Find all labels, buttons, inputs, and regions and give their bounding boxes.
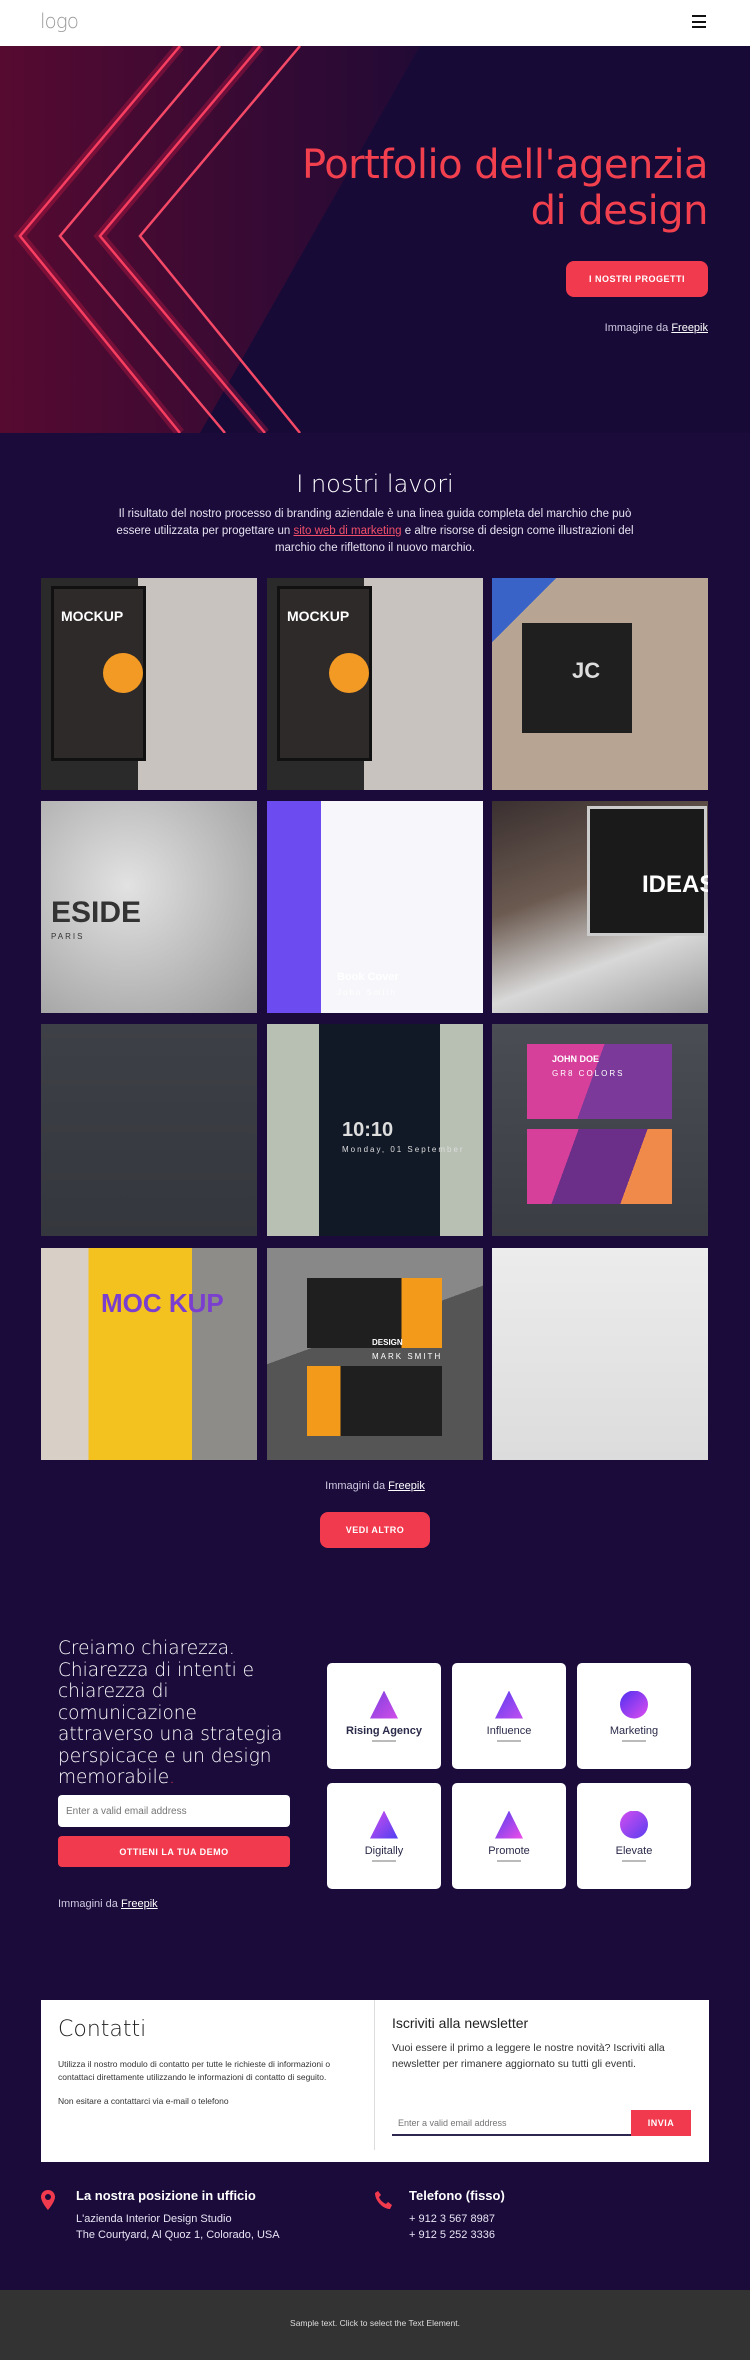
image-lettering: MOC KUP [101, 1288, 224, 1318]
section-title: I nostri lavori [296, 470, 454, 498]
portfolio-image[interactable]: MOCKUP [41, 578, 257, 790]
brand-logo-card[interactable]: Digitally [327, 1783, 441, 1889]
tagline-mark [372, 1859, 396, 1862]
marketing-site-link[interactable]: sito web di marketing [294, 525, 402, 537]
neon-chevron-background [0, 46, 420, 433]
portfolio-image[interactable]: MOC KUP [41, 1248, 257, 1460]
brand-name: Elevate [615, 1844, 653, 1857]
images-credit: Immagini da Freepik [325, 1480, 425, 1492]
brand-logo-icon [620, 1690, 648, 1719]
contact-text: Utilizza il nostro modulo di contatto pe… [58, 2059, 331, 2082]
portfolio-image[interactable] [492, 1248, 708, 1460]
brand-logo-card[interactable]: Rising Agency [327, 1663, 441, 1769]
contact-text-secondary: Non esitare a contattarci via e-mail o t… [58, 2096, 229, 2106]
tagline-mark [497, 1859, 521, 1862]
portfolio-image[interactable]: MOCKUP [267, 578, 483, 790]
freepik-link[interactable]: Freepik [121, 1898, 158, 1910]
divider [374, 2000, 375, 2150]
brand-name: Influence [486, 1724, 532, 1737]
portfolio-image[interactable]: Book Cover John Smith [267, 801, 483, 1013]
get-demo-button[interactable]: OTTIENI LA TUA DEMO [58, 1836, 290, 1867]
image-lettering: MOCKUP [61, 608, 124, 624]
email-input[interactable] [58, 1795, 290, 1827]
phone-icon [375, 2191, 392, 2209]
newsletter-title: Iscriviti alla newsletter [392, 2015, 529, 2031]
freepik-link[interactable]: Freepik [671, 322, 708, 334]
image-lettering: Book Cover [337, 971, 399, 983]
image-lettering: Monday, 01 September [342, 1145, 465, 1154]
image-lettering: JC [572, 658, 601, 683]
location-pin-icon [41, 2190, 55, 2210]
logo[interactable]: logo [40, 9, 79, 33]
portfolio-image[interactable]: JC [492, 578, 708, 790]
phone-title: Telefono (fisso) [409, 2188, 505, 2203]
send-button[interactable]: INVIA [631, 2110, 691, 2136]
contact-box: Contatti Utilizza il nostro modulo di co… [41, 2000, 709, 2162]
hamburger-icon[interactable] [692, 15, 706, 28]
image-lettering: IDEAS [642, 871, 708, 898]
brand-logo-icon [370, 1690, 398, 1719]
image-lettering: PARIS [51, 932, 85, 941]
brand-logo-icon [620, 1810, 648, 1839]
site-header: logo [0, 0, 750, 46]
brand-logo-card[interactable]: Elevate [577, 1783, 691, 1889]
phone-number[interactable]: + 912 3 567 8987 [409, 2211, 505, 2227]
images-credit: Immagini da Freepik [58, 1898, 158, 1910]
tagline-mark [372, 1739, 396, 1742]
claim-text: Creiamo chiarezza. Chiarezza di intenti … [58, 1638, 283, 1788]
brand-logo-icon [370, 1810, 398, 1839]
brand-logo-icon [495, 1810, 523, 1839]
tagline-mark [622, 1739, 646, 1742]
portfolio-image[interactable] [41, 1024, 257, 1236]
office-title: La nostra posizione in ufficio [76, 2188, 256, 2203]
image-lettering: DESIGN [372, 1338, 403, 1347]
image-lettering: John Smith [337, 988, 398, 997]
freepik-link[interactable]: Freepik [388, 1480, 425, 1492]
brand-name: Digitally [364, 1844, 404, 1857]
see-more-button[interactable]: VEDI ALTRO [320, 1512, 430, 1548]
newsletter-email-input[interactable] [392, 2112, 631, 2136]
brand-logo-card[interactable]: Influence [452, 1663, 566, 1769]
image-lettering: ESIDE [51, 896, 142, 929]
portfolio-image[interactable]: IDEAS [492, 801, 708, 1013]
brand-logo-card[interactable]: Marketing [577, 1663, 691, 1769]
hero-title: Portfolio dell'agenzia di design [302, 142, 708, 234]
portfolio-image[interactable]: DESIGN MARK SMITH [267, 1248, 483, 1460]
image-lettering: JOHN DOE [552, 1054, 600, 1064]
section-description: Il risultato del nostro processo di bran… [116, 508, 634, 554]
phone-info: Telefono (fisso) + 912 3 567 8987 + 912 5… [374, 2188, 505, 2243]
footer: Sample text. Click to select the Text El… [0, 2290, 750, 2360]
portfolio-image[interactable]: 10:10 Monday, 01 September [267, 1024, 483, 1236]
brand-name: Marketing [609, 1724, 659, 1737]
office-line: The Courtyard, Al Quoz 1, Colorado, USA [76, 2229, 280, 2241]
footer-text[interactable]: Sample text. Click to select the Text El… [0, 2318, 750, 2328]
office-line: L'azienda Interior Design Studio [76, 2213, 232, 2225]
office-info: La nostra posizione in ufficio L'azienda… [41, 2188, 280, 2243]
brand-name: Promote [488, 1844, 530, 1857]
our-projects-button[interactable]: I NOSTRI PROGETTI [566, 261, 708, 297]
newsletter-text: Vuoi essere il primo a leggere le nostre… [392, 2042, 665, 2070]
image-lettering: 10:10 [342, 1119, 394, 1141]
image-lettering: GR8 COLORS [552, 1069, 625, 1078]
phone-number[interactable]: + 912 5 252 3336 [409, 2227, 505, 2243]
hero-section: Portfolio dell'agenzia di design I NOSTRI… [0, 46, 750, 433]
image-lettering: MARK SMITH [372, 1352, 443, 1361]
brand-logo-icon [495, 1690, 523, 1719]
portfolio-image[interactable]: JOHN DOE GR8 COLORS [492, 1024, 708, 1236]
portfolio-image[interactable]: ESIDE PARIS [41, 801, 257, 1013]
tagline-mark [622, 1859, 646, 1862]
brand-logo-card[interactable]: Promote [452, 1783, 566, 1889]
image-credit: Immagine da Freepik [604, 322, 708, 334]
brand-name: Rising Agency [346, 1724, 422, 1737]
image-lettering: MOCKUP [287, 608, 350, 624]
tagline-mark [497, 1739, 521, 1742]
contact-title: Contatti [58, 2017, 147, 2042]
